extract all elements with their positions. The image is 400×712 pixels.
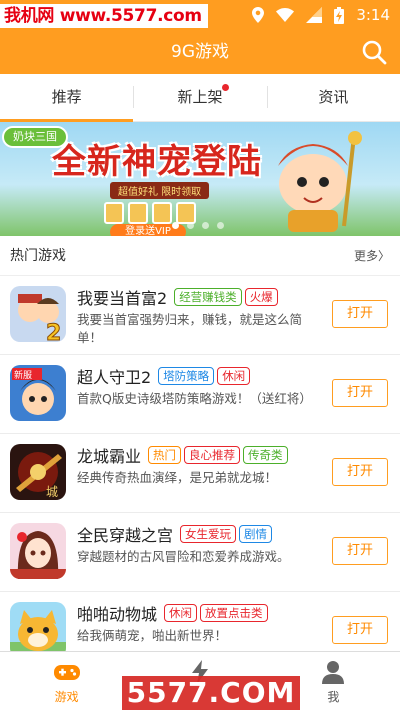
game-title-row: 全民穿越之宫 女生爱玩 剧情 xyxy=(77,523,273,545)
pager-dot[interactable] xyxy=(202,222,209,229)
open-button[interactable]: 打开 xyxy=(332,458,388,486)
game-list: 2 我要当首富2 经营赚钱类 火爆 我要当首富强势归来，赚钱，就是这么简单！ 打… xyxy=(0,276,400,671)
game-tag: 火爆 xyxy=(244,288,278,306)
game-description: 首款Q版史诗级塔防策略游戏！（送红将） xyxy=(77,391,312,406)
wifi-icon xyxy=(276,8,295,22)
game-description: 我要当首富强势归来，赚钱，就是这么简单！ xyxy=(77,312,303,345)
status-time: 3:14 xyxy=(356,6,390,24)
status-icons: 3:14 xyxy=(252,5,390,25)
section-title: 热门游戏 xyxy=(10,248,66,264)
dragon-city-icon: 城 xyxy=(10,444,66,500)
person-icon xyxy=(322,661,345,684)
new-badge-dot xyxy=(222,84,230,91)
banner-headline: 全新神宠登陆 xyxy=(52,142,262,182)
search-icon[interactable] xyxy=(360,38,388,66)
game-tag: 塔防策略 xyxy=(158,367,215,385)
game-description: 穿越题材的古风冒险和恋爱养成游戏。 xyxy=(77,549,290,564)
tab-new[interactable]: 新上架 xyxy=(133,74,266,121)
game-tag: 休闲 xyxy=(164,604,198,622)
animal-city-icon xyxy=(10,602,66,658)
banner-subtag: 超值好礼 限时领取 xyxy=(110,182,210,199)
nav-games-label: 游戏 xyxy=(54,690,79,704)
game-tag: 休闲 xyxy=(217,367,251,385)
banner-pager xyxy=(172,222,224,229)
game-tag: 传奇类 xyxy=(243,446,288,464)
svg-text:城: 城 xyxy=(46,485,58,499)
game-tag: 放置点击类 xyxy=(200,604,268,622)
game-name: 啪啪动物城 xyxy=(77,605,158,624)
list-item[interactable]: 城 龙城霸业 热门 良心推荐 传奇类 经典传奇热血演绎，是兄弟就龙城！ 打开 xyxy=(0,434,400,513)
app-title: 9G游戏 xyxy=(171,42,229,62)
game-name: 全民穿越之宫 xyxy=(77,526,174,545)
game-title-row: 我要当首富2 经营赚钱类 火爆 xyxy=(77,286,278,308)
game-tag: 热门 xyxy=(148,446,182,464)
game-tag: 良心推荐 xyxy=(184,446,241,464)
game-title-row: 龙城霸业 热门 良心推荐 传奇类 xyxy=(77,444,288,466)
watermark-top: 我机网 www.5577.com xyxy=(0,4,208,28)
tycoon-game-icon: 2 xyxy=(10,286,66,342)
tab-news[interactable]: 资讯 xyxy=(266,74,400,121)
list-item[interactable]: 全民穿越之宫 女生爱玩 剧情 穿越题材的古风冒险和恋爱养成游戏。 打开 xyxy=(0,513,400,592)
battery-icon xyxy=(334,6,345,24)
watermark-bottom: 5577.COM xyxy=(122,676,300,710)
open-button[interactable]: 打开 xyxy=(332,616,388,644)
game-name: 超人守卫2 xyxy=(77,368,152,387)
svg-text:新服: 新服 xyxy=(14,369,32,381)
promo-banner[interactable]: 奶块三国 全新神宠登陆 超值好礼 限时领取 登录送VIP xyxy=(0,122,400,236)
game-tag: 女生爱玩 xyxy=(180,525,237,543)
app-bar: 9G游戏 xyxy=(0,30,400,74)
banner-reward-cards xyxy=(104,202,196,224)
nav-games[interactable]: 游戏 xyxy=(0,652,133,712)
pager-dot[interactable] xyxy=(172,222,179,229)
game-name: 龙城霸业 xyxy=(77,447,142,466)
game-description: 给我俩萌宠，啪出新世界！ xyxy=(77,628,228,643)
game-name: 我要当首富2 xyxy=(77,289,168,308)
game-tag: 剧情 xyxy=(239,525,273,543)
open-button[interactable]: 打开 xyxy=(332,537,388,565)
gamepad-icon xyxy=(53,665,80,680)
hot-games-header: 热门游戏 更多〉 xyxy=(0,236,400,276)
status-bar: 我机网 www.5577.com 3:14 xyxy=(0,0,400,30)
tab-recommend-label: 推荐 xyxy=(51,88,82,106)
game-title-row: 超人守卫2 塔防策略 休闲 xyxy=(77,365,251,387)
palace-game-icon xyxy=(10,523,66,579)
game-description: 经典传奇热血演绎，是兄弟就龙城！ xyxy=(77,470,278,485)
list-item[interactable]: 2 我要当首富2 经营赚钱类 火爆 我要当首富强势归来，赚钱，就是这么简单！ 打… xyxy=(0,276,400,355)
pager-dot[interactable] xyxy=(217,222,224,229)
game-title-row: 啪啪动物城 休闲 放置点击类 xyxy=(77,602,268,624)
superman-guard-icon: 新服 xyxy=(10,365,66,421)
tab-news-label: 资讯 xyxy=(318,88,349,106)
open-button[interactable]: 打开 xyxy=(332,300,388,328)
signal-icon xyxy=(306,7,323,23)
pager-dot[interactable] xyxy=(187,222,194,229)
game-tag: 经营赚钱类 xyxy=(174,288,242,306)
banner-character-image xyxy=(278,131,362,232)
list-item[interactable]: 新服 超人守卫2 塔防策略 休闲 首款Q版史诗级塔防策略游戏！（送红将） 打开 xyxy=(0,355,400,434)
svg-text:2: 2 xyxy=(46,321,61,342)
tab-new-label: 新上架 xyxy=(177,88,223,106)
location-icon xyxy=(252,7,265,23)
open-button[interactable]: 打开 xyxy=(332,379,388,407)
more-link[interactable]: 更多〉 xyxy=(354,236,390,276)
tab-recommend[interactable]: 推荐 xyxy=(0,74,134,122)
top-tabs: 推荐 新上架 资讯 xyxy=(0,74,400,122)
